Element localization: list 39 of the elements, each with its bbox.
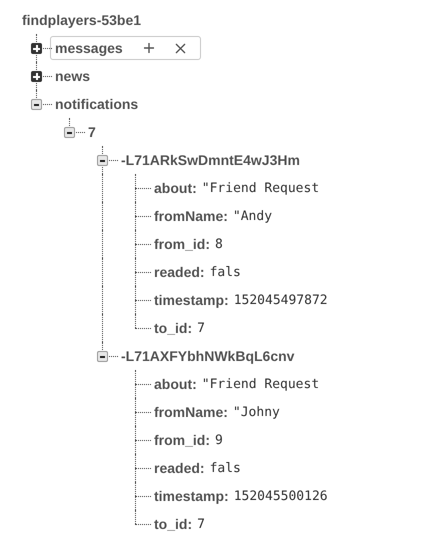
node-key[interactable]: -L71AXFYbhNWkBqL6cnv — [121, 348, 294, 364]
collapse-toggle[interactable] — [31, 99, 42, 110]
field-value[interactable]: 152045497872 — [234, 292, 328, 308]
field-value[interactable]: 9 — [215, 432, 223, 448]
field-value[interactable]: "Friend Request — [202, 376, 320, 392]
field-value[interactable]: fals — [210, 264, 241, 280]
field-key: readed: — [154, 264, 205, 280]
field-key: timestamp: — [154, 292, 229, 308]
add-icon[interactable] — [142, 42, 155, 54]
field-value[interactable]: 8 — [215, 236, 223, 252]
field-key: to_id: — [154, 320, 192, 336]
field-key: about: — [154, 180, 197, 196]
database-name[interactable]: findplayers-53be1 — [22, 12, 142, 28]
field-key: fromName: — [154, 208, 228, 224]
collapse-toggle[interactable] — [97, 155, 108, 166]
node-key[interactable]: notifications — [55, 96, 138, 112]
close-icon[interactable] — [174, 42, 186, 54]
field-value[interactable]: "Friend Request — [202, 180, 320, 196]
field-key: timestamp: — [154, 488, 229, 504]
field-key: fromName: — [154, 404, 228, 420]
field-value[interactable]: "Andy — [232, 208, 272, 224]
collapse-toggle[interactable] — [97, 351, 108, 362]
field-key: from_id: — [154, 236, 210, 252]
field-value[interactable]: fals — [210, 460, 241, 476]
field-value[interactable]: 7 — [197, 516, 205, 532]
field-value[interactable]: 152045500126 — [234, 488, 328, 504]
node-key[interactable]: news — [55, 68, 90, 84]
field-key: from_id: — [154, 432, 210, 448]
node-key[interactable]: 7 — [88, 124, 96, 140]
node-key[interactable]: -L71ARkSwDmntE4wJ3Hm — [121, 152, 300, 168]
field-value[interactable]: 7 — [197, 320, 205, 336]
field-key: about: — [154, 376, 197, 392]
field-key: readed: — [154, 460, 205, 476]
expand-toggle[interactable] — [31, 71, 42, 82]
field-value[interactable]: "Johny — [232, 404, 280, 420]
collapse-toggle[interactable] — [64, 127, 75, 138]
expand-toggle[interactable] — [31, 43, 42, 54]
field-key: to_id: — [154, 516, 192, 532]
node-key[interactable]: messages — [55, 40, 123, 56]
